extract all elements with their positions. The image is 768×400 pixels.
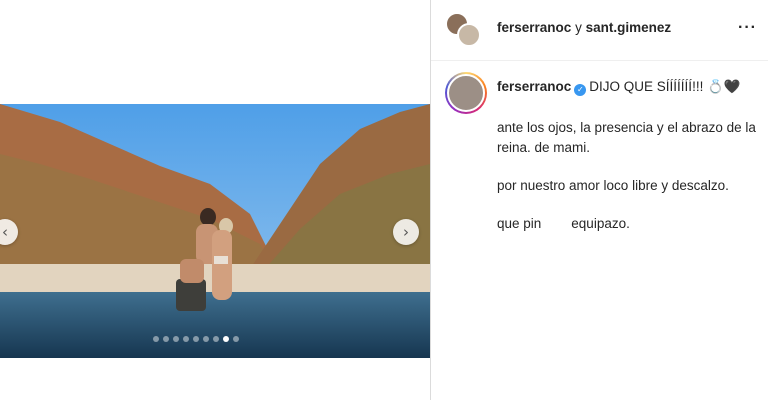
avatar — [447, 74, 485, 112]
collab-avatars[interactable] — [445, 12, 483, 48]
carousel-dot — [173, 336, 179, 342]
beach-couple-image — [0, 104, 430, 358]
more-horizontal-icon[interactable]: ··· — [738, 20, 757, 36]
carousel-dot — [213, 336, 219, 342]
chevron-right-icon: › — [403, 222, 409, 241]
carousel-dot — [153, 336, 159, 342]
avatar — [457, 23, 481, 47]
caption-heading: ferserranoc ✓ DIJO QUE SÍÍÍÍÍÍÍ!!! 💍🖤 — [497, 79, 741, 96]
caption-paragraph: por nuestro amor loco libre y descalzo. — [497, 178, 729, 193]
carousel-indicator — [153, 336, 239, 342]
author-link[interactable]: ferserranoc — [497, 20, 571, 35]
carousel-dot — [233, 336, 239, 342]
caption-paragraph: ante los ojos, la presencia y el abrazo … — [497, 120, 756, 155]
caption-paragraph: que pin equipazo. — [497, 216, 630, 231]
chevron-left-icon: ‹ — [2, 222, 8, 241]
caption-body: ante los ojos, la presencia y el abrazo … — [497, 118, 757, 252]
next-photo-button[interactable]: › — [393, 219, 419, 245]
caption-headline: DIJO QUE SÍÍÍÍÍÍÍ!!! 💍🖤 — [589, 79, 741, 94]
post-photo[interactable] — [0, 104, 430, 358]
authors-connector: y — [575, 20, 582, 35]
carousel-dot — [163, 336, 169, 342]
post-authors: ferserranoc y sant.gimenez — [497, 20, 671, 35]
post-media-panel: ‹ › — [0, 0, 430, 400]
carousel-dot-active — [223, 336, 229, 342]
carousel-dot — [193, 336, 199, 342]
caption-avatar[interactable] — [445, 72, 487, 114]
post-header: ferserranoc y sant.gimenez ··· — [431, 0, 768, 60]
header-divider — [431, 60, 768, 61]
verified-badge-icon: ✓ — [574, 84, 587, 96]
carousel-dot — [183, 336, 189, 342]
coauthor-link[interactable]: sant.gimenez — [586, 20, 672, 35]
carousel-dot — [203, 336, 209, 342]
caption-username[interactable]: ferserranoc — [497, 79, 571, 94]
post-side-panel: ferserranoc y sant.gimenez ··· ferserran… — [431, 0, 768, 400]
